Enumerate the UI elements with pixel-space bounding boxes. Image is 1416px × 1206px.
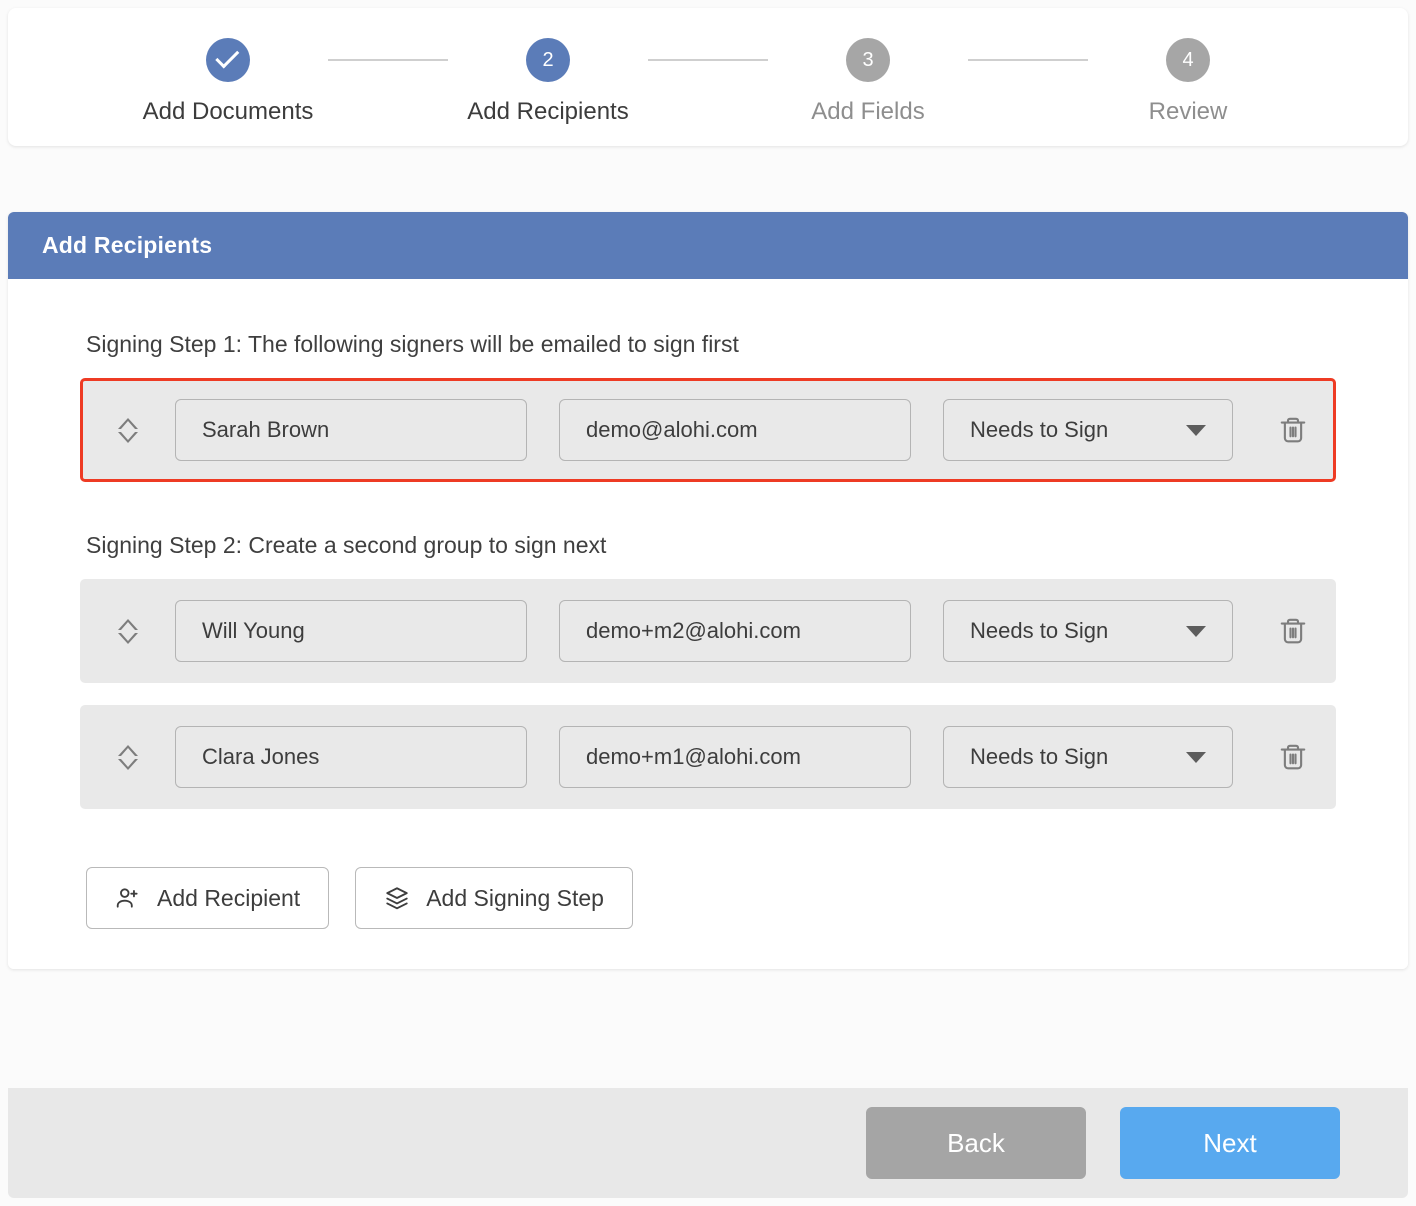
next-button[interactable]: Next <box>1120 1107 1340 1179</box>
add-recipients-panel: Add Recipients Signing Step 1: The follo… <box>8 212 1408 969</box>
chevron-down-icon <box>1186 626 1206 637</box>
recipient-row[interactable]: Needs to Sign <box>80 705 1336 809</box>
delete-recipient-button[interactable] <box>1271 609 1315 653</box>
recipient-role-value: Needs to Sign <box>970 744 1108 770</box>
step-2-circle: 2 <box>526 38 570 82</box>
layers-icon <box>384 885 410 911</box>
stepper-card: Add Documents 2 Add Recipients 3 Add Fie… <box>8 8 1408 146</box>
recipient-role-select[interactable]: Needs to Sign <box>943 399 1233 461</box>
drag-handle-icon[interactable] <box>111 418 145 443</box>
step-2-label: Add Recipients <box>467 98 628 126</box>
step-add-documents[interactable]: Add Documents <box>128 38 328 126</box>
stepper-connector-1 <box>328 59 448 61</box>
signing-step-1-title: Signing Step 1: The following signers wi… <box>86 331 1336 358</box>
chevron-down-icon <box>1186 752 1206 763</box>
step-add-recipients[interactable]: 2 Add Recipients <box>448 38 648 126</box>
add-recipient-label: Add Recipient <box>157 885 300 912</box>
chevron-down-icon <box>1186 425 1206 436</box>
check-icon <box>215 44 239 68</box>
delete-recipient-button[interactable] <box>1271 735 1315 779</box>
user-plus-icon <box>115 885 141 911</box>
back-button[interactable]: Back <box>866 1107 1086 1179</box>
recipient-email-input[interactable] <box>559 399 911 461</box>
recipient-name-input[interactable] <box>175 726 527 788</box>
panel-actions: Add Recipient Add Signing Step <box>86 867 1336 929</box>
recipient-email-input[interactable] <box>559 600 911 662</box>
add-recipient-button[interactable]: Add Recipient <box>86 867 329 929</box>
recipient-role-value: Needs to Sign <box>970 618 1108 644</box>
recipient-role-select[interactable]: Needs to Sign <box>943 600 1233 662</box>
delete-recipient-button[interactable] <box>1271 408 1315 452</box>
panel-title: Add Recipients <box>8 212 1408 279</box>
signing-step-2-title: Signing Step 2: Create a second group to… <box>86 532 1336 559</box>
signing-step-2-group: Needs to Sign <box>80 579 1336 809</box>
step-review[interactable]: 4 Review <box>1088 38 1288 126</box>
step-3-circle: 3 <box>846 38 890 82</box>
signing-step-1-group: Needs to Sign <box>80 378 1336 482</box>
stepper-connector-3 <box>968 59 1088 61</box>
recipient-role-select[interactable]: Needs to Sign <box>943 726 1233 788</box>
recipient-name-input[interactable] <box>175 600 527 662</box>
drag-handle-icon[interactable] <box>111 619 145 644</box>
step-3-label: Add Fields <box>811 98 924 126</box>
step-1-label: Add Documents <box>143 98 314 126</box>
panel-body: Signing Step 1: The following signers wi… <box>8 279 1408 969</box>
step-add-fields[interactable]: 3 Add Fields <box>768 38 968 126</box>
recipient-email-input[interactable] <box>559 726 911 788</box>
drag-handle-icon[interactable] <box>111 745 145 770</box>
step-4-label: Review <box>1149 98 1228 126</box>
stepper-connector-2 <box>648 59 768 61</box>
recipient-name-input[interactable] <box>175 399 527 461</box>
add-signing-step-button[interactable]: Add Signing Step <box>355 867 633 929</box>
recipient-row[interactable]: Needs to Sign <box>80 579 1336 683</box>
add-signing-step-label: Add Signing Step <box>426 885 604 912</box>
trash-icon <box>1278 615 1308 647</box>
trash-icon <box>1278 414 1308 446</box>
recipient-row[interactable]: Needs to Sign <box>80 378 1336 482</box>
recipient-role-value: Needs to Sign <box>970 417 1108 443</box>
trash-icon <box>1278 741 1308 773</box>
step-1-circle <box>206 38 250 82</box>
step-4-circle: 4 <box>1166 38 1210 82</box>
stepper: Add Documents 2 Add Recipients 3 Add Fie… <box>8 8 1408 146</box>
wizard-footer: Back Next <box>8 1088 1408 1198</box>
